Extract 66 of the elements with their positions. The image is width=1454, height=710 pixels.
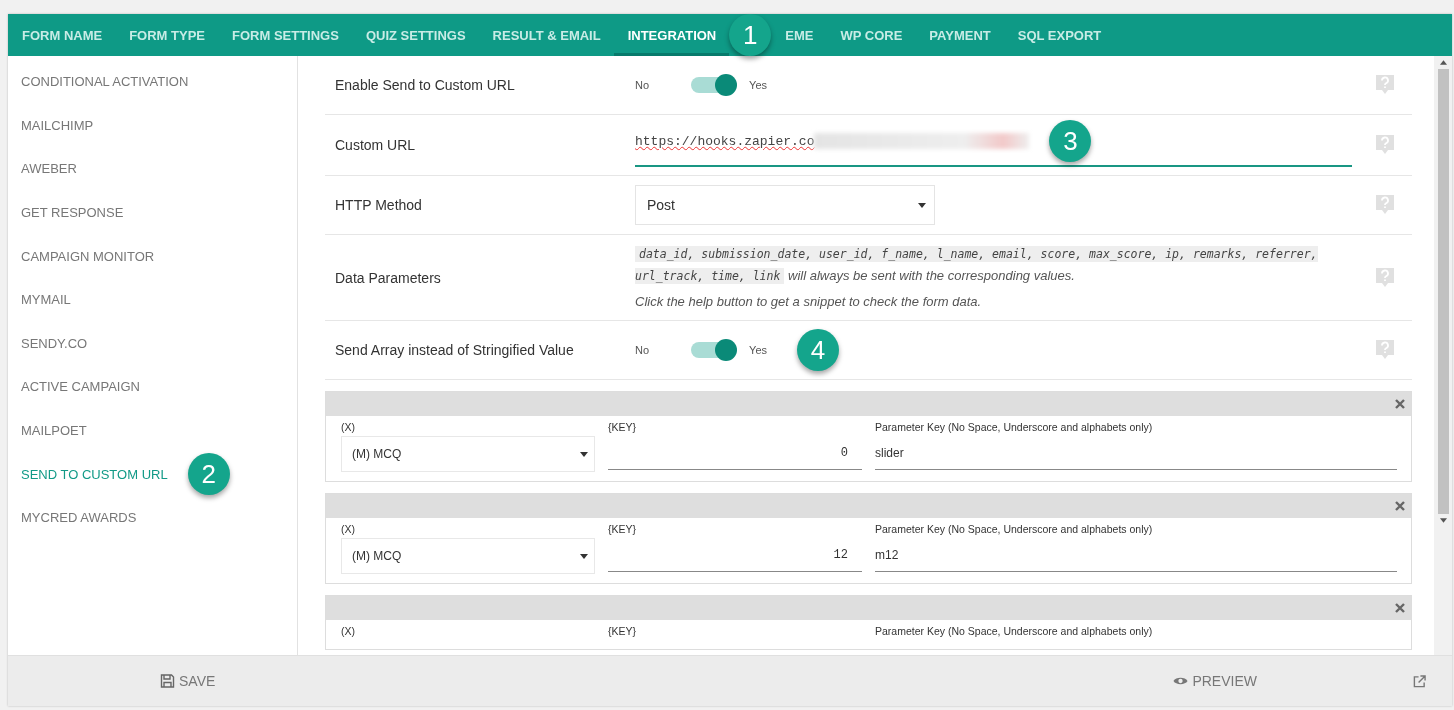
step-badge: 3 <box>1049 120 1092 162</box>
caret-icon <box>918 202 926 208</box>
field-label: {KEY} <box>608 625 638 637</box>
caret-icon <box>580 553 588 559</box>
field-label: {KEY} <box>608 523 638 535</box>
field-label: (X) <box>341 625 356 637</box>
help-note: Click the help button to get a snippet to check the form data. <box>635 293 983 311</box>
setting-label: Custom URL <box>334 137 417 153</box>
tab[interactable]: RESULT & EMAIL <box>478 14 614 56</box>
toggle-on-label: Yes <box>749 79 767 91</box>
setting-label: Data Parameters <box>334 269 442 286</box>
scrollbar-thumb[interactable] <box>1437 69 1449 514</box>
question-dropdown[interactable]: (M) MCQ <box>341 538 595 574</box>
tab[interactable]: SQL EXPORT <box>1003 14 1115 56</box>
tab[interactable]: FORM TYPE <box>115 14 218 56</box>
field-label: Parameter Key (No Space, Underscore and alphabets only) <box>875 625 1154 637</box>
sidebar-item[interactable]: AWEBER <box>21 161 77 177</box>
scroll-up-icon[interactable] <box>1439 60 1447 65</box>
sidebar-item[interactable]: SENDY.CO <box>21 335 88 351</box>
sidebar-item[interactable]: MAILCHIMP <box>21 117 94 133</box>
tab[interactable]: PAYMENT <box>915 14 1004 56</box>
step-badge: 1 <box>729 14 772 56</box>
scroll-down-icon[interactable] <box>1439 518 1447 523</box>
sidebar-item[interactable]: GET RESPONSE <box>21 205 124 221</box>
field-label: Parameter Key (No Space, Underscore and alphabets only) <box>875 421 1154 433</box>
setting-label: Send Array instead of Stringified Value <box>334 342 575 358</box>
key-field[interactable]: 12 <box>608 538 862 572</box>
close-icon[interactable] <box>1395 501 1405 511</box>
sidebar-item[interactable]: MYMAIL <box>21 292 71 308</box>
field-label: (X) <box>341 523 356 535</box>
url-field[interactable]: https://hooks.zapier.co 3 <box>635 117 1352 167</box>
field-label: {KEY} <box>608 421 638 433</box>
toggle-off-label: No <box>635 79 650 91</box>
caret-icon <box>580 451 588 457</box>
setting-label: Enable Send to Custom URL <box>334 77 516 93</box>
toggle-off-label: No <box>635 344 650 356</box>
tab[interactable]: WP CORE <box>826 14 916 56</box>
close-icon[interactable] <box>1395 399 1405 409</box>
parameters-description: data_id, submission_date, user_id, f_name, l_name, email, score, max_score, ip, remarks, referrer, url_track, time, link will always be sent with the corresponding values. <box>635 245 1319 286</box>
step-badge: 4 <box>797 329 839 371</box>
close-icon[interactable] <box>1395 603 1405 613</box>
field-label: (X) <box>341 421 356 433</box>
sidebar-item[interactable]: CONDITIONAL ACTIVATION <box>21 74 189 90</box>
preview-button[interactable]: PREVIEW <box>1169 667 1261 695</box>
toggle-switch[interactable] <box>691 77 736 93</box>
toggle-on-label: Yes <box>749 344 767 356</box>
method-dropdown[interactable]: Post <box>635 185 935 225</box>
field-label: Parameter Key (No Space, Underscore and alphabets only) <box>875 523 1154 535</box>
sidebar-item[interactable]: ACTIVE CAMPAIGN <box>21 379 140 395</box>
sidebar-item[interactable]: MAILPOET <box>21 423 87 439</box>
external-link-icon[interactable] <box>1413 674 1426 688</box>
toggle-switch[interactable] <box>691 342 736 358</box>
sidebar-item[interactable]: MYCRED AWARDS <box>21 510 137 526</box>
sidebar-item[interactable]: SEND TO CUSTOM URL <box>21 466 168 482</box>
tab[interactable]: FORM NAME <box>8 14 116 56</box>
step-badge: 2 <box>187 453 230 496</box>
tab[interactable]: EME <box>771 14 827 56</box>
tab[interactable]: FORM SETTINGS <box>218 14 352 56</box>
save-button[interactable]: SAVE <box>156 667 220 695</box>
parameter-field[interactable]: m12 <box>875 538 1397 572</box>
question-dropdown[interactable]: (M) MCQ <box>341 436 595 472</box>
parameter-field[interactable]: slider <box>875 436 1397 470</box>
tab[interactable]: QUIZ SETTINGS <box>351 14 479 56</box>
sidebar-item[interactable]: CAMPAIGN MONITOR <box>21 248 155 264</box>
setting-label: HTTP Method <box>334 197 423 213</box>
key-field[interactable]: 0 <box>608 436 862 470</box>
